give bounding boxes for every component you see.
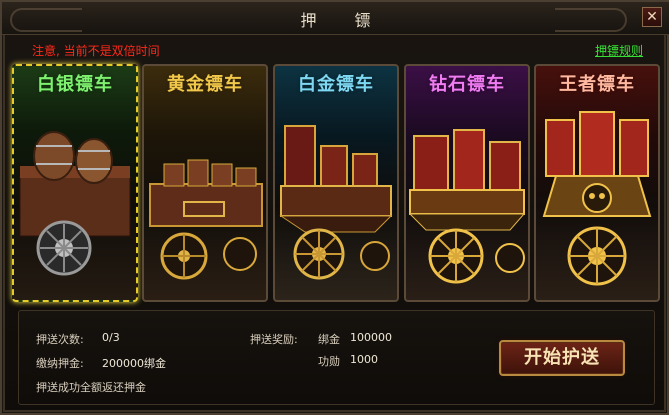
reward-name: 功勋 — [318, 355, 340, 368]
start-escort-button[interactable]: 开始护送 — [499, 340, 625, 376]
deposit-value: 200000绑金 — [102, 357, 166, 370]
double-time-notice: 注意, 当前不是双倍时间 — [32, 44, 160, 58]
silver-cart-icon — [19, 131, 131, 276]
cart-card-diamond[interactable]: 钻石镖车 — [404, 64, 530, 302]
king-cart-icon — [542, 111, 652, 286]
refund-note: 押送成功全额返还押金 — [36, 381, 146, 394]
deposit-label: 缴纳押金: — [36, 357, 84, 370]
reward-value: 1000 — [350, 353, 378, 366]
gold-cart-icon — [149, 159, 263, 280]
window-title: 押 镖 — [300, 11, 373, 30]
platinum-cart-icon — [279, 125, 393, 280]
cart-title: 黄金镖车 — [167, 74, 243, 95]
cart-card-silver[interactable]: 白银镖车 — [12, 64, 138, 302]
title-bar: 押 镖 ✕ — [2, 2, 669, 35]
escort-count-label: 押送次数: — [36, 333, 84, 346]
cart-title: 白金镖车 — [298, 74, 374, 95]
cart-card-king[interactable]: 王者镖车 — [534, 64, 660, 302]
cart-title: 白银镖车 — [37, 74, 113, 95]
reward-label: 押送奖励: — [250, 333, 298, 346]
reward-value: 100000 — [350, 331, 392, 344]
cart-card-gold[interactable]: 黄金镖车 — [142, 64, 268, 302]
reward-name: 绑金 — [318, 333, 340, 346]
cart-title: 王者镖车 — [559, 74, 635, 95]
cart-title: 钻石镖车 — [429, 74, 505, 95]
escort-rules-link[interactable]: 押镖规则 — [595, 42, 643, 59]
escort-window: 押 镖 ✕ 注意, 当前不是双倍时间 押镖规则 白银镖车 黄金镖车 白金镖车 钻… — [0, 0, 669, 415]
close-icon: ✕ — [646, 9, 658, 25]
close-button[interactable]: ✕ — [642, 7, 662, 27]
escort-count-value: 0/3 — [102, 331, 120, 344]
diamond-cart-icon — [408, 129, 526, 284]
cart-card-platinum[interactable]: 白金镖车 — [273, 64, 399, 302]
